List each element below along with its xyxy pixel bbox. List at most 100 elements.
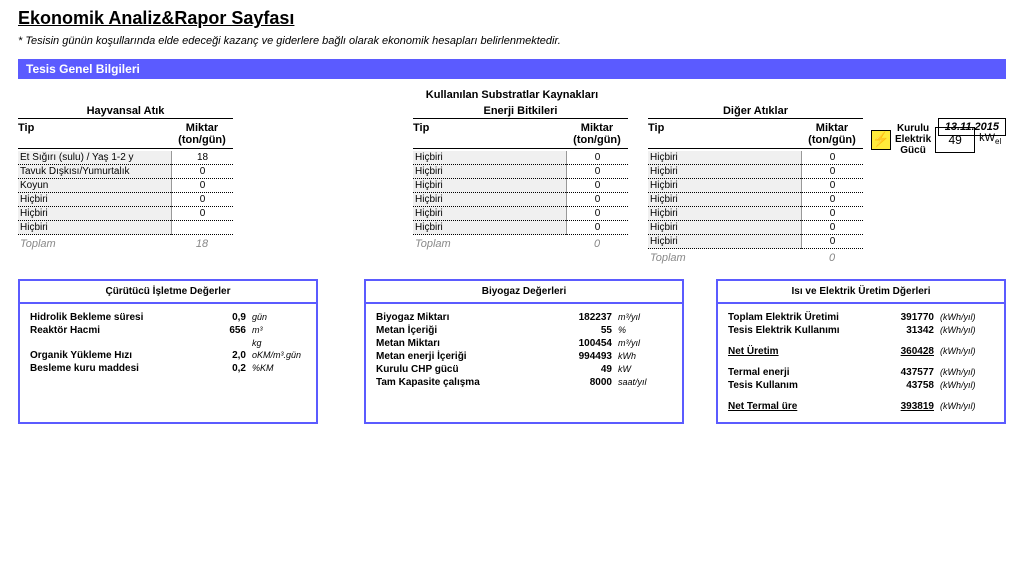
table-row: Hiçbiri0 <box>648 151 863 165</box>
stat-row: Toplam Elektrik Üretimi391770(kWh/yıl) <box>728 312 994 323</box>
table-row: Et Sığırı (sulu) / Yaş 1-2 y18 <box>18 151 233 165</box>
stat-row: Biyogaz Miktarı182237m³/yıl <box>376 312 672 323</box>
stat-value: 49 <box>564 364 612 375</box>
power-label: Kurulu Elektrik Gücü <box>895 123 931 156</box>
cell-miktar: 0 <box>566 193 628 207</box>
table-row: Hiçbiri0 <box>18 207 233 221</box>
table-row: Hiçbiri0 <box>648 165 863 179</box>
page-subtitle: * Tesisin günün koşullarında elde edeceğ… <box>18 35 1006 47</box>
stat-row: Metan Miktarı100454m³/yıl <box>376 338 672 349</box>
cell-miktar: 0 <box>566 151 628 165</box>
table-row: Koyun0 <box>18 179 233 193</box>
cell-tip: Hiçbiri <box>18 193 171 207</box>
table-row: Hiçbiri0 <box>648 193 863 207</box>
cell-miktar: 0 <box>801 179 863 193</box>
biogas-panel: Biyogaz Değerleri Biyogaz Miktarı182237m… <box>364 279 684 424</box>
stat-row: Tesis Kullanım43758(kWh/yıl) <box>728 380 994 391</box>
cell-tip: Hiçbiri <box>648 179 801 193</box>
col-tip: Tip <box>648 122 801 146</box>
cell-tip: Koyun <box>18 179 171 193</box>
stat-row: Reaktör Hacmi656m³ <box>30 325 306 336</box>
biogas-title: Biyogaz Değerleri <box>366 281 682 304</box>
cell-tip: Hiçbiri <box>648 165 801 179</box>
other-waste-table: Diğer Atıklar Tip Miktar (ton/gün) Hiçbi… <box>648 105 863 265</box>
stat-row: Net Üretim360428(kWh/yıl) <box>728 346 994 357</box>
stat-value: 994493 <box>564 351 612 362</box>
stat-value: 393819 <box>886 401 934 412</box>
cell-miktar: 0 <box>566 207 628 221</box>
cell-miktar: 0 <box>566 165 628 179</box>
cell-miktar: 0 <box>801 221 863 235</box>
stat-value: 43758 <box>886 380 934 391</box>
stat-row: kg <box>30 338 306 348</box>
table-row: Hiçbiri0 <box>413 179 628 193</box>
cell-tip: Hiçbiri <box>648 235 801 249</box>
stat-unit: m³/yıl <box>612 312 672 322</box>
cell-miktar: 0 <box>171 179 233 193</box>
stat-row: Tam Kapasite çalışma8000saat/yıl <box>376 377 672 388</box>
stat-label: Organik Yükleme Hızı <box>30 350 198 361</box>
cell-tip: Hiçbiri <box>413 207 566 221</box>
cell-miktar: 0 <box>171 165 233 179</box>
col-tip: Tip <box>413 122 566 146</box>
cell-tip: Hiçbiri <box>18 221 171 235</box>
animal-waste-table: Hayvansal Atık Tip Miktar (ton/gün) Et S… <box>18 105 233 265</box>
stat-unit: m³ <box>246 325 306 335</box>
stat-value: 8000 <box>564 377 612 388</box>
table-row: Hiçbiri0 <box>648 221 863 235</box>
stat-row: Kurulu CHP gücü49kW <box>376 364 672 375</box>
stat-unit: gün <box>246 312 306 322</box>
energy-total: 0 <box>566 237 628 251</box>
stat-label: Hidrolik Bekleme süresi <box>30 312 198 323</box>
stat-unit: (kWh/yıl) <box>934 312 994 322</box>
stat-row: Net Termal üre393819(kWh/yıl) <box>728 401 994 412</box>
table-row: Tavuk Dışkısı/Yumurtalık0 <box>18 165 233 179</box>
energy-crops-table: Enerji Bitkileri Tip Miktar (ton/gün) Hi… <box>413 105 628 265</box>
stat-label: Reaktör Hacmi <box>30 325 198 336</box>
page-title: Ekonomik Analiz&Rapor Sayfası <box>18 8 1006 29</box>
stat-label: Tam Kapasite çalışma <box>376 377 564 388</box>
stat-label: Tesis Kullanım <box>728 380 886 391</box>
total-label: Toplam <box>648 251 801 265</box>
table-row: Hiçbiri0 <box>648 179 863 193</box>
stat-unit: %KM <box>246 363 306 373</box>
cell-miktar <box>171 221 233 235</box>
stat-label: Tesis Elektrik Kullanımı <box>728 325 886 336</box>
stat-row: Termal enerji437577(kWh/yıl) <box>728 367 994 378</box>
stat-value: 100454 <box>564 338 612 349</box>
stat-unit: % <box>612 325 672 335</box>
stat-label: Biyogaz Miktarı <box>376 312 564 323</box>
stat-value: 656 <box>198 325 246 336</box>
table-row: Hiçbiri <box>18 221 233 235</box>
stat-label: Metan Miktarı <box>376 338 564 349</box>
total-label: Toplam <box>413 237 566 251</box>
stat-value: 55 <box>564 325 612 336</box>
col-miktar: Miktar (ton/gün) <box>171 122 233 146</box>
stat-unit: oKM/m³.gün <box>246 350 306 360</box>
stat-value: 0,9 <box>198 312 246 323</box>
stat-unit: (kWh/yıl) <box>934 367 994 377</box>
stat-label: Termal enerji <box>728 367 886 378</box>
cell-tip: Hiçbiri <box>413 151 566 165</box>
cell-miktar: 0 <box>801 151 863 165</box>
stat-label: Net Üretim <box>728 346 886 357</box>
stat-label: Net Termal üre <box>728 401 886 412</box>
cell-tip: Hiçbiri <box>648 221 801 235</box>
cell-miktar: 0 <box>171 207 233 221</box>
stat-row: Metan enerji İçeriği994493kWh <box>376 351 672 362</box>
cell-miktar: 0 <box>801 165 863 179</box>
stat-label: Metan enerji İçeriği <box>376 351 564 362</box>
cell-tip: Hiçbiri <box>18 207 171 221</box>
table-row: Hiçbiri0 <box>413 193 628 207</box>
other-title: Diğer Atıklar <box>648 105 863 119</box>
table-row: Hiçbiri0 <box>648 235 863 249</box>
stat-value: 391770 <box>886 312 934 323</box>
other-total: 0 <box>801 251 863 265</box>
cell-tip: Hiçbiri <box>648 207 801 221</box>
sources-header: Kullanılan Substratlar Kaynakları <box>18 89 1006 101</box>
total-label: Toplam <box>18 237 171 251</box>
stat-row: Hidrolik Bekleme süresi0,9gün <box>30 312 306 323</box>
digester-title: Çürütücü İşletme Değerler <box>20 281 316 304</box>
cell-miktar: 0 <box>801 193 863 207</box>
stat-unit: saat/yıl <box>612 377 672 387</box>
